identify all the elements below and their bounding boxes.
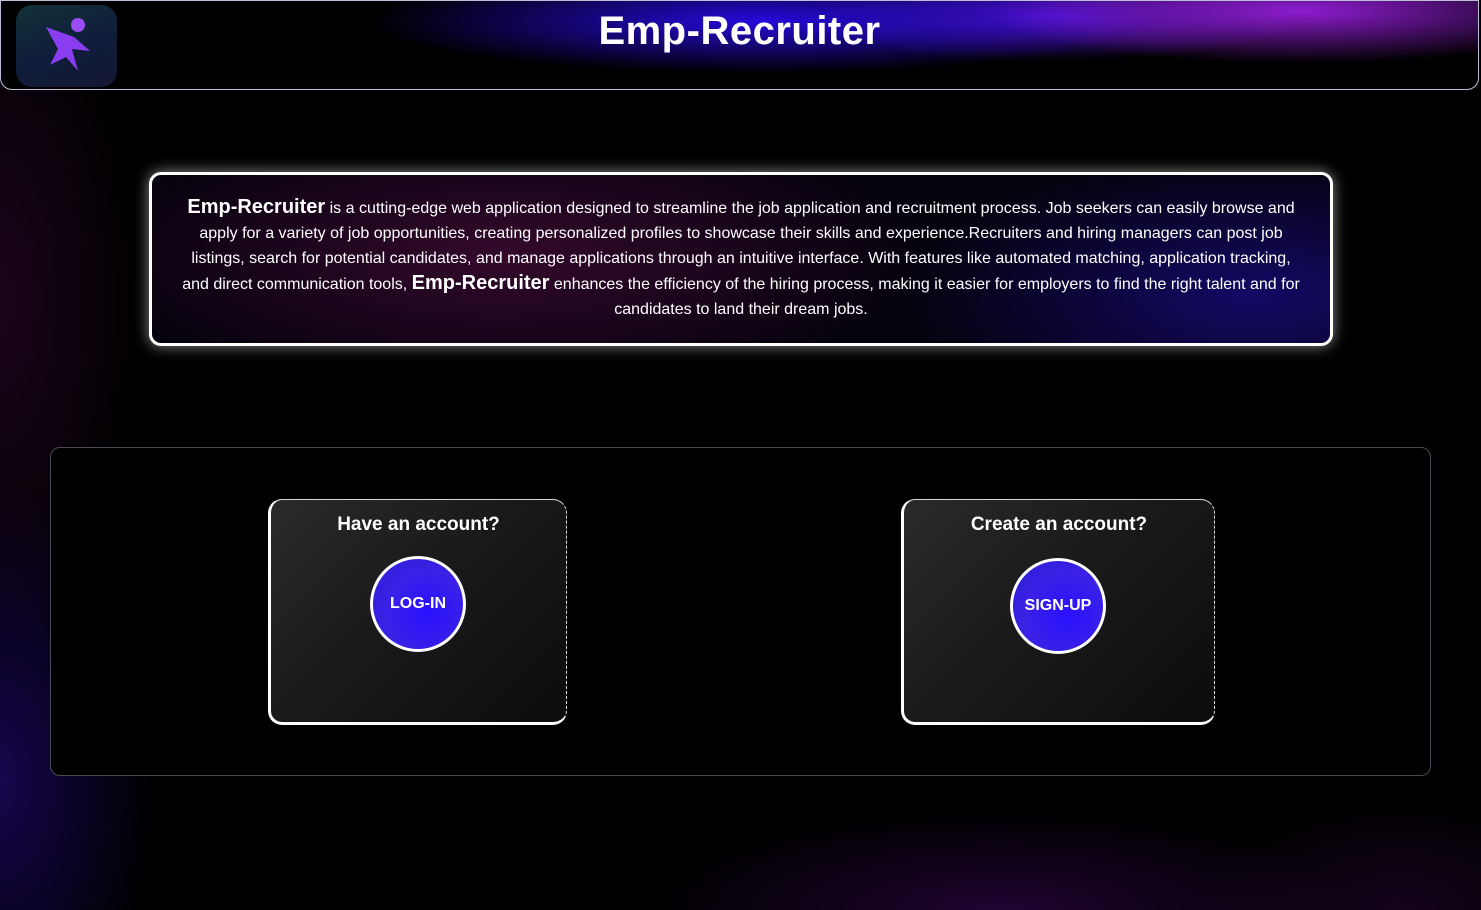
auth-section: Have an account? LOG-IN Create an accoun… xyxy=(50,447,1431,776)
signup-card-title: Create an account? xyxy=(970,514,1148,535)
about-brand-name: Emp-Recruiter xyxy=(187,196,326,218)
about-description: Emp-Recruiter is a cutting-edge web appl… xyxy=(149,172,1333,346)
signup-card: Create an account? SIGN-UP xyxy=(901,499,1215,725)
signup-button[interactable]: SIGN-UP xyxy=(1010,558,1106,654)
app-header: Emp-Recruiter xyxy=(0,0,1479,90)
login-card: Have an account? LOG-IN xyxy=(268,499,567,725)
app-title: Emp-Recruiter xyxy=(598,9,881,53)
page: Emp-Recruiter Emp-Recruiter is a cutting… xyxy=(0,0,1481,910)
about-brand-name-2: Emp-Recruiter xyxy=(411,272,550,294)
login-button[interactable]: LOG-IN xyxy=(370,556,466,652)
about-text-part2: enhances the efficiency of the hiring pr… xyxy=(549,276,1300,318)
login-card-title: Have an account? xyxy=(337,514,500,535)
